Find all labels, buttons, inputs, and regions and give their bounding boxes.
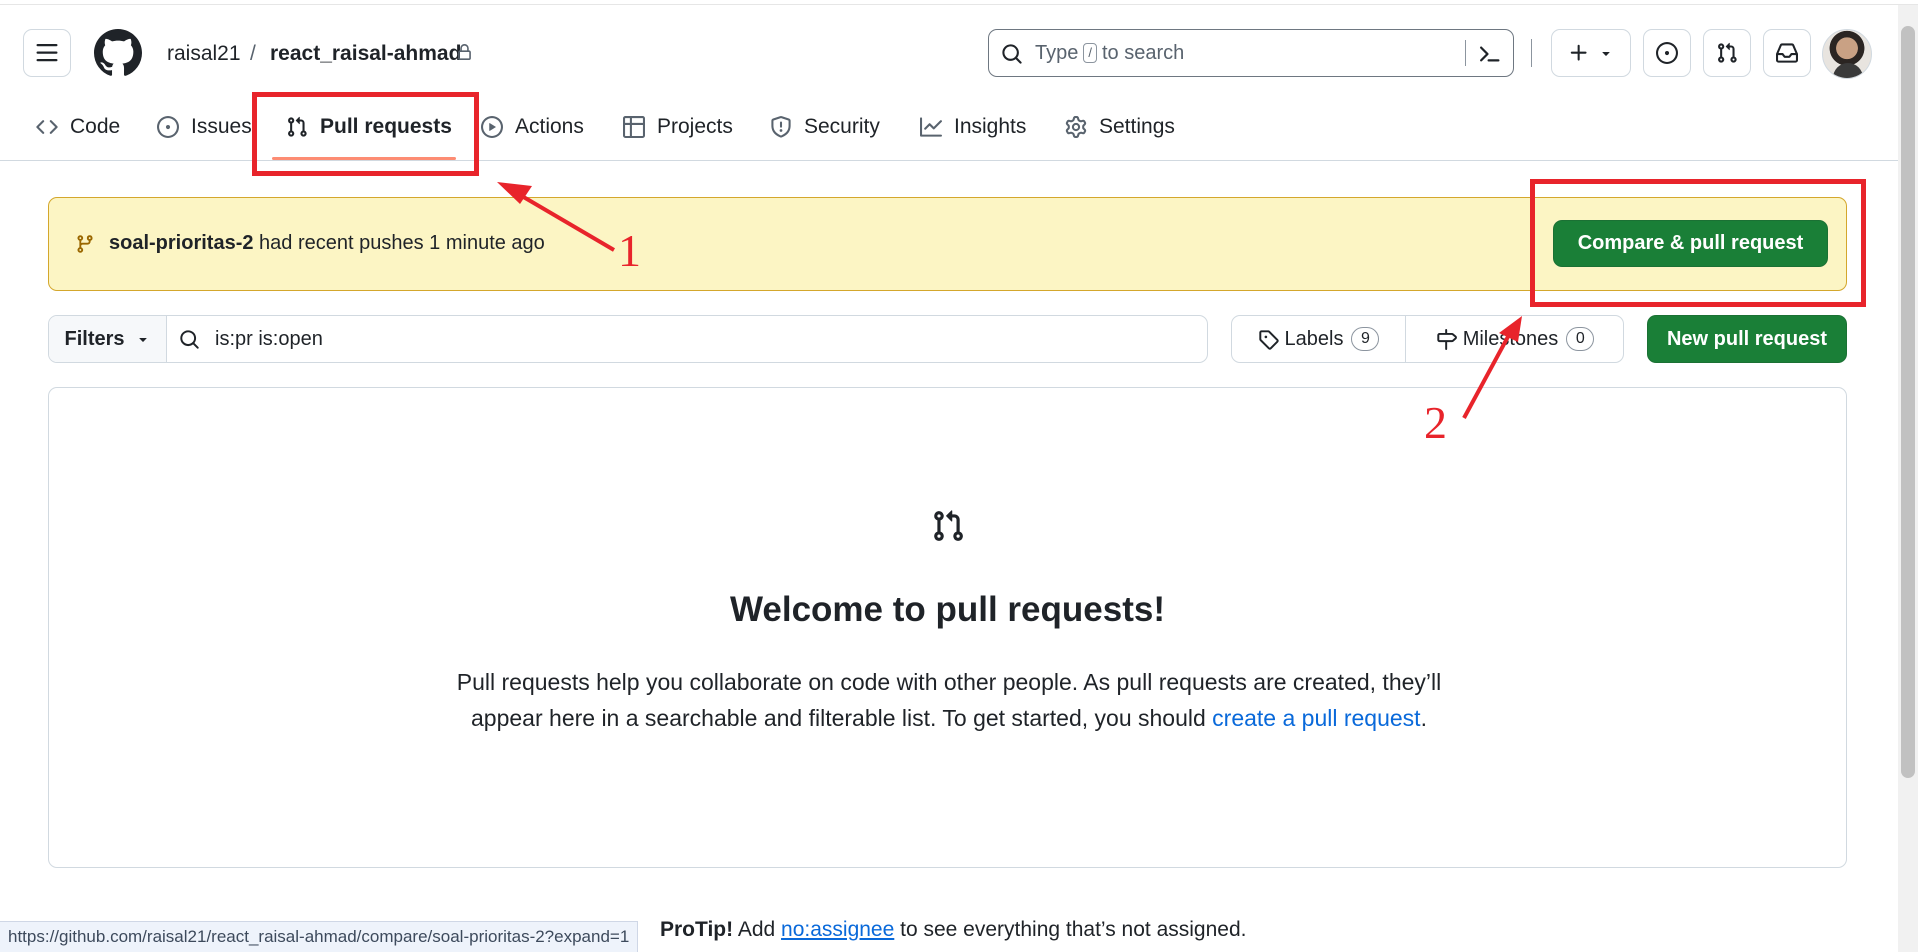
annotation-label-1: 1: [618, 225, 641, 276]
annotation-arrow-1: [513, 190, 616, 252]
annotation-arrowhead-2: [1499, 316, 1522, 342]
annotation-arrow-2: [1462, 332, 1512, 419]
annotation-label-2: 2: [1424, 397, 1447, 448]
annotation-arrows: [497, 182, 1522, 419]
